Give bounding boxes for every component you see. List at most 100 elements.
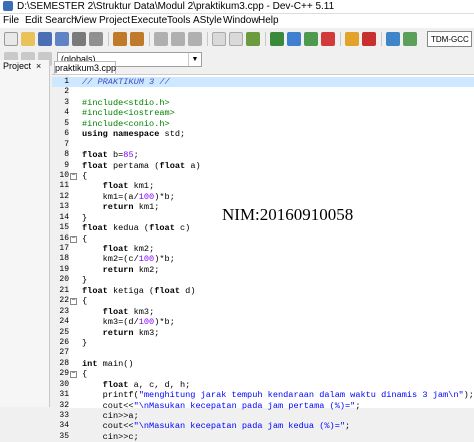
- line-number: 16: [59, 233, 69, 243]
- code-line[interactable]: 11 float km1;: [52, 181, 474, 191]
- code-line[interactable]: 19 return km2;: [52, 265, 474, 275]
- code-text: #include<conio.h>: [82, 118, 170, 129]
- compiler-select[interactable]: TDM-GCC 4.: [427, 31, 472, 47]
- code-line[interactable]: 22−{: [52, 296, 474, 306]
- new-file-icon[interactable]: [4, 32, 18, 46]
- code-line[interactable]: 23 float km3;: [52, 307, 474, 317]
- code-line[interactable]: 35 cin>>c;: [52, 432, 474, 442]
- code-line[interactable]: 34 cout<<"\nMasukan kecepatan pada jam k…: [52, 421, 474, 431]
- stop-execution-icon[interactable]: [362, 32, 376, 46]
- menu-view[interactable]: View: [75, 14, 97, 28]
- line-number: 20: [59, 275, 69, 285]
- code-text: #include<iostream>: [82, 108, 175, 119]
- unindent-icon[interactable]: [229, 32, 243, 46]
- code-line[interactable]: 27: [52, 348, 474, 358]
- code-line[interactable]: 3 #include<stdio.h>: [52, 98, 474, 108]
- menu-help[interactable]: Help: [258, 14, 279, 28]
- fold-collapse-icon[interactable]: −: [70, 371, 77, 379]
- save-all-icon[interactable]: [55, 32, 69, 46]
- menu-edit[interactable]: Edit: [25, 14, 42, 28]
- code-line[interactable]: 2: [52, 87, 474, 97]
- code-line[interactable]: 4 #include<iostream>: [52, 108, 474, 118]
- line-number: 17: [59, 244, 69, 253]
- close-file-icon[interactable]: [72, 32, 86, 46]
- line-number: 29: [59, 369, 69, 379]
- redo-icon[interactable]: [130, 32, 144, 46]
- open-folder-icon[interactable]: [21, 32, 35, 46]
- undo-icon[interactable]: [113, 32, 127, 46]
- compile-icon[interactable]: [270, 32, 284, 46]
- code-text: using namespace std;: [82, 129, 186, 140]
- main-toolbar: TDM-GCC 4.: [0, 28, 474, 51]
- code-line[interactable]: 10−{: [52, 171, 474, 181]
- tab-project[interactable]: Project ×: [0, 60, 49, 73]
- code-text: km3=(d/100)*b;: [82, 317, 175, 328]
- code-editor[interactable]: 1 // PRAKTIKUM 3 // 2 3 #include<stdio.h> 4 #i…: [52, 74, 474, 442]
- code-text: return km2;: [102, 264, 160, 275]
- code-line[interactable]: 32 cout<<"\nMasukan kecepatan pada jam p…: [52, 401, 474, 411]
- line-number: 33: [59, 411, 69, 420]
- toggle-comment-icon[interactable]: [246, 32, 260, 46]
- code-line[interactable]: 29−{: [52, 369, 474, 379]
- code-line[interactable]: 12 km1=(a/100)*b;: [52, 192, 474, 202]
- code-line[interactable]: 33 cin>>a;: [52, 411, 474, 421]
- menu-window[interactable]: Window: [223, 14, 259, 28]
- code-line[interactable]: 17 float km2;: [52, 244, 474, 254]
- code-line[interactable]: 30 float a, c, d, h;: [52, 380, 474, 390]
- fold-collapse-icon[interactable]: −: [70, 172, 77, 180]
- profile-icon[interactable]: [403, 32, 417, 46]
- code-line[interactable]: 9 float pertama (float a): [52, 161, 474, 171]
- code-line[interactable]: 8 float b=85;: [52, 150, 474, 160]
- line-number: 10: [59, 170, 69, 180]
- devcpp-app-icon: [3, 1, 13, 11]
- code-line[interactable]: 25 return km3;: [52, 328, 474, 338]
- code-text: {: [82, 170, 88, 181]
- menu-project[interactable]: Project: [99, 14, 130, 28]
- code-line[interactable]: 6 using namespace std;: [52, 129, 474, 139]
- rebuild-all-icon[interactable]: [321, 32, 335, 46]
- tab-praktikum3-cpp[interactable]: praktikum3.cpp: [54, 61, 116, 75]
- code-line[interactable]: 18 km2=(c/100)*b;: [52, 254, 474, 264]
- code-line[interactable]: 28 int main(): [52, 359, 474, 369]
- line-number: 25: [59, 327, 69, 337]
- debug-icon[interactable]: [345, 32, 359, 46]
- menu-execute[interactable]: Execute: [131, 14, 167, 28]
- indent-icon[interactable]: [212, 32, 226, 46]
- line-number: 27: [59, 348, 69, 358]
- goto-line-icon[interactable]: [188, 32, 202, 46]
- chart-icon[interactable]: [386, 32, 400, 46]
- replace-icon[interactable]: [171, 32, 185, 46]
- menu-astyle[interactable]: AStyle: [193, 14, 222, 28]
- find-icon[interactable]: [154, 32, 168, 46]
- code-line[interactable]: 31 printf("menghitung jarak tempuh kenda…: [52, 390, 474, 400]
- save-icon[interactable]: [38, 32, 52, 46]
- nim-watermark: NIM:20160910058: [222, 205, 354, 224]
- toolbar-separator: [265, 32, 266, 46]
- code-line[interactable]: 7: [52, 140, 474, 150]
- compile-run-icon[interactable]: [304, 32, 318, 46]
- code-line[interactable]: 20}: [52, 275, 474, 285]
- code-line[interactable]: 24 km3=(d/100)*b;: [52, 317, 474, 327]
- menu-search[interactable]: Search: [45, 14, 77, 28]
- chevron-down-icon[interactable]: ▼: [188, 53, 201, 66]
- code-line[interactable]: 1 // PRAKTIKUM 3 //: [52, 77, 474, 88]
- code-text: return km1;: [102, 202, 160, 213]
- menu-file[interactable]: File: [3, 14, 19, 28]
- line-number: 8: [64, 150, 69, 160]
- print-icon[interactable]: [89, 32, 103, 46]
- fold-collapse-icon[interactable]: −: [70, 298, 77, 306]
- code-text: {: [82, 233, 88, 244]
- code-line[interactable]: 16−{: [52, 234, 474, 244]
- line-number: 18: [59, 254, 69, 264]
- fold-collapse-icon[interactable]: −: [70, 235, 77, 243]
- window-title: D:\SEMESTER 2\Struktur Data\Modul 2\prak…: [17, 1, 335, 12]
- code-text: float km3;: [102, 306, 155, 317]
- menu-tools[interactable]: Tools: [167, 14, 190, 28]
- code-line[interactable]: 21 float ketiga (float d): [52, 286, 474, 296]
- close-icon[interactable]: ×: [36, 60, 41, 73]
- line-number: 22: [59, 296, 69, 306]
- code-line[interactable]: 26}: [52, 338, 474, 348]
- line-number: 12: [59, 191, 69, 201]
- code-line[interactable]: 5 #include<conio.h>: [52, 119, 474, 129]
- run-icon[interactable]: [287, 32, 301, 46]
